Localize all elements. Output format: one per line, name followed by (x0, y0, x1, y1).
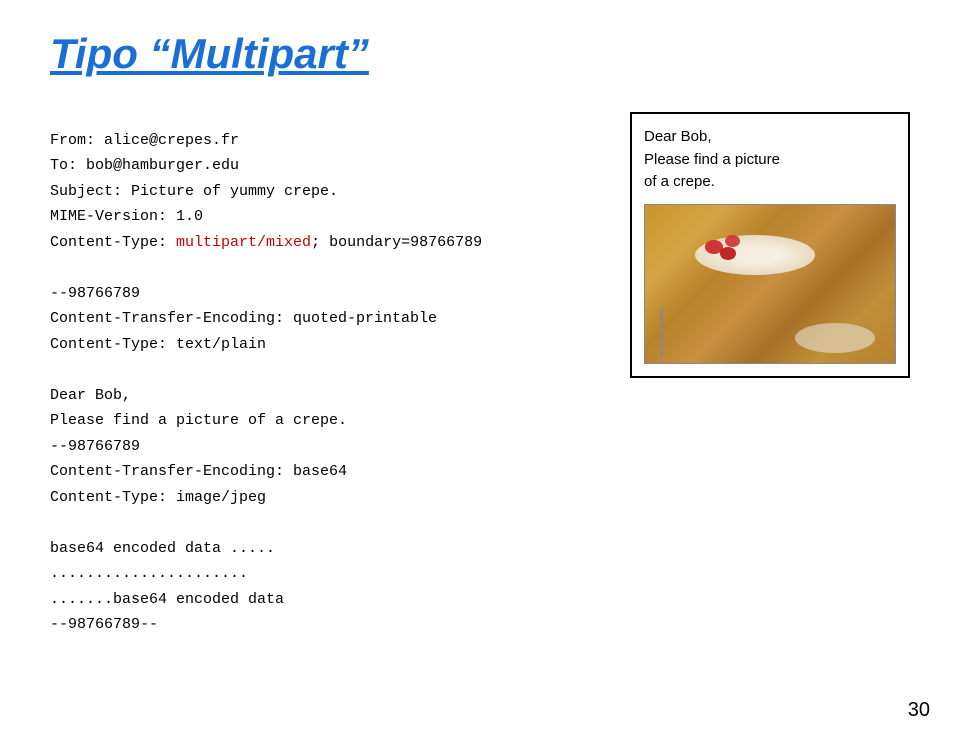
crepe-berry-2 (725, 235, 740, 247)
fork-icon (660, 308, 663, 358)
mime-version-line: MIME-Version: 1.0 (50, 208, 203, 225)
page-number: 30 (908, 699, 930, 722)
transfer-encoding-1: Content-Transfer-Encoding: quoted-printa… (50, 310, 437, 327)
rendered-message: Please find a picture (644, 151, 780, 168)
subject-line: Subject: Picture of yummy crepe. (50, 183, 338, 200)
crepe-berry-3 (720, 247, 736, 260)
content-type-text: Content-Type: text/plain (50, 336, 266, 353)
to-line: To: bob@hamburger.edu (50, 157, 239, 174)
rendered-greeting: Dear Bob, (644, 128, 712, 145)
content-type-line: Content-Type: multipart/mixed; boundary=… (50, 234, 482, 251)
slide-container: Tipo “Multipart” From: alice@crepes.fr T… (0, 0, 960, 742)
boundary-start: --98766789 (50, 285, 140, 302)
right-column-box: Dear Bob, Please find a picture of a cre… (630, 112, 910, 378)
content-type-image: Content-Type: image/jpeg (50, 489, 266, 506)
crepe-image (644, 204, 896, 364)
boundary-end: --98766789-- (50, 616, 158, 633)
body-message: Please find a picture of a crepe. (50, 412, 347, 429)
content-area: From: alice@crepes.fr To: bob@hamburger.… (50, 102, 910, 663)
content-type-value: multipart/mixed (176, 234, 311, 251)
base64-line2: ...................... (50, 565, 248, 582)
crepe-background (645, 205, 895, 363)
base64-line3: .......base64 encoded data (50, 591, 284, 608)
left-column: From: alice@crepes.fr To: bob@hamburger.… (50, 102, 600, 663)
email-raw-content: From: alice@crepes.fr To: bob@hamburger.… (50, 102, 600, 663)
base64-line1: base64 encoded data ..... (50, 540, 275, 557)
crepe-plate (795, 323, 875, 353)
rendered-email-text: Dear Bob, Please find a picture of a cre… (644, 126, 896, 194)
rendered-message-cont: of a crepe. (644, 173, 715, 190)
boundary-middle: --98766789 (50, 438, 140, 455)
transfer-encoding-2: Content-Transfer-Encoding: base64 (50, 463, 347, 480)
from-line: From: alice@crepes.fr (50, 132, 239, 149)
body-greeting: Dear Bob, (50, 387, 131, 404)
slide-title: Tipo “Multipart” (50, 30, 910, 78)
